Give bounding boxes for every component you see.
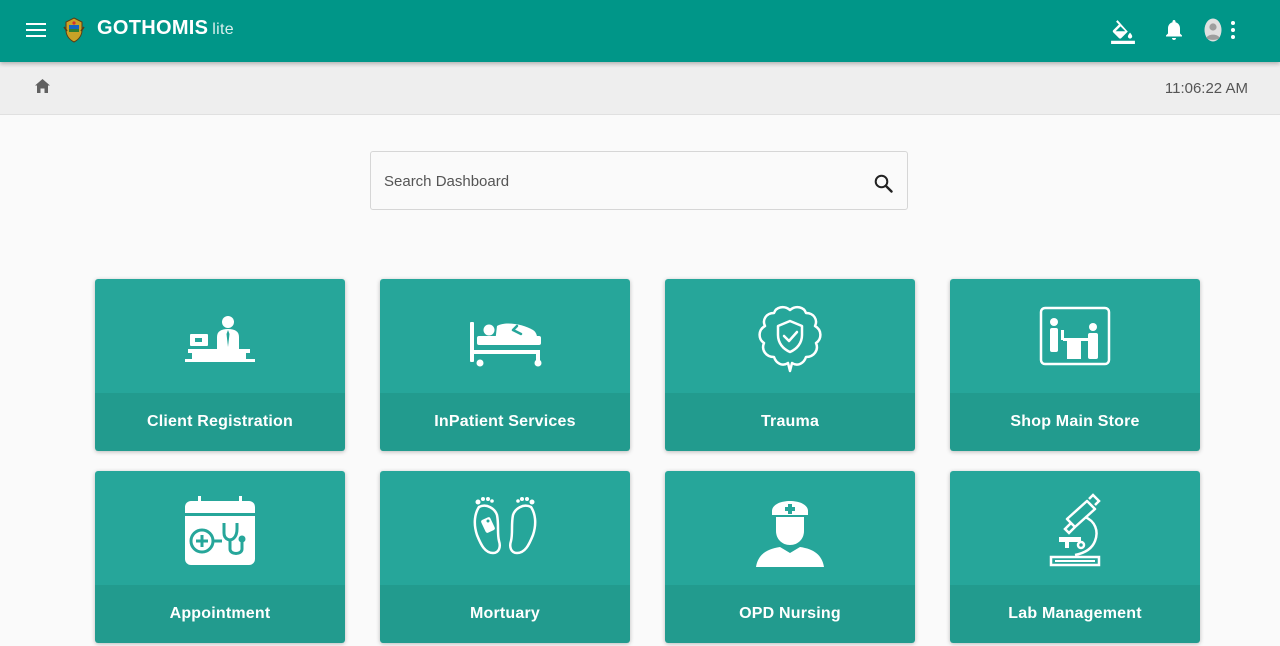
tile-label: Client Registration xyxy=(146,413,294,430)
brain-shield-icon xyxy=(758,305,822,373)
tile-trauma[interactable]: Trauma xyxy=(665,279,915,451)
microscope-icon xyxy=(1049,493,1101,567)
tile-label: OPD Nursing xyxy=(739,605,841,622)
nurse-icon xyxy=(756,501,824,567)
tile-inpatient-services[interactable]: InPatient Services xyxy=(380,279,630,451)
calendar-stethoscope-icon xyxy=(185,496,255,565)
tile-label: Appointment xyxy=(169,605,271,622)
breadcrumb: 11:06:22 AM xyxy=(0,62,1280,115)
reception-desk-icon xyxy=(185,316,255,362)
patient-bed-icon xyxy=(470,322,542,367)
search-box xyxy=(370,151,908,211)
bell-icon[interactable] xyxy=(1164,19,1184,41)
coat-of-arms-logo xyxy=(63,17,85,43)
clock-time: 11:06:22 AM xyxy=(1164,80,1248,97)
tile-shop-main-store[interactable]: Shop Main Store xyxy=(950,279,1200,451)
more-vert-icon[interactable] xyxy=(1229,20,1237,40)
tile-appointment[interactable]: Appointment xyxy=(95,471,345,643)
tile-lab-management[interactable]: Lab Management xyxy=(950,471,1200,643)
app-bar: GOTHOMIS lite xyxy=(0,0,1280,62)
app-title: GOTHOMIS lite xyxy=(97,17,234,40)
tile-opd-nursing[interactable]: OPD Nursing xyxy=(665,471,915,643)
tile-label: Shop Main Store xyxy=(1010,413,1140,430)
search-icon[interactable] xyxy=(874,174,893,193)
tile-label: Mortuary xyxy=(469,605,541,622)
avatar-icon[interactable] xyxy=(1204,18,1222,42)
tile-label: Lab Management xyxy=(1008,605,1142,622)
tile-client-registration[interactable]: Client Registration xyxy=(95,279,345,451)
home-icon[interactable] xyxy=(35,79,50,93)
format-color-fill-icon[interactable] xyxy=(1110,18,1136,44)
menu-icon[interactable] xyxy=(26,21,46,39)
tile-label: Trauma xyxy=(760,413,820,430)
shop-counter-icon xyxy=(1039,306,1111,366)
search-input[interactable] xyxy=(382,152,866,211)
tile-mortuary[interactable]: Mortuary xyxy=(380,471,630,643)
feet-tag-icon xyxy=(473,497,537,555)
app-suffix: lite xyxy=(212,21,234,38)
app-name: GOTHOMIS xyxy=(97,17,209,39)
tile-label: InPatient Services xyxy=(434,413,576,430)
